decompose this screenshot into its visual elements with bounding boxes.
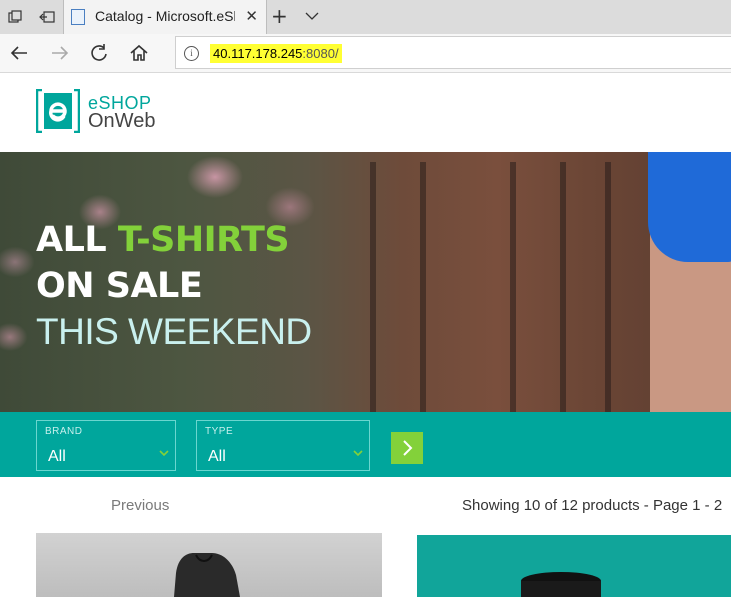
fence-plank [510,162,516,412]
tab-actions-button[interactable] [0,0,30,34]
home-icon [130,44,148,61]
back-button[interactable] [8,42,30,64]
tab-list-button[interactable] [305,8,319,27]
fence-plank [370,162,376,412]
browser-tab-strip: Catalog - Microsoft.eSh ✕ + [0,0,731,34]
chevron-right-icon [403,440,413,456]
product-card-image[interactable] [417,535,731,597]
home-button[interactable] [128,42,150,64]
brand-filter-label: BRAND [45,426,83,437]
hero-headline-line2: ON SALE [36,266,203,306]
fence-plank [420,162,426,412]
logo-text-onweb: OnWeb [88,110,156,132]
hero-headline-line1: ALL T-SHIRTS [36,220,290,260]
address-bar[interactable]: i 40.117.178.245:8080/ [175,36,731,69]
logo-mark-icon [36,89,80,133]
hero-headline-line3: THIS WEEKEND [36,311,312,352]
browser-tab-catalog[interactable]: Catalog - Microsoft.eSh ✕ [63,0,267,34]
url-text[interactable]: 40.117.178.245:8080/ [210,44,342,63]
chevron-down-icon [305,12,319,20]
product-card-image[interactable] [36,533,382,597]
browser-nav-bar: i 40.117.178.245:8080/ [0,34,731,73]
type-filter-label: TYPE [205,426,234,437]
pager-previous-link[interactable]: Previous [111,497,169,514]
pager-info: Showing 10 of 12 products - Page 1 - 2 [462,497,723,514]
chevron-down-icon [353,450,363,457]
tab-actions-icon [8,10,22,23]
apply-filter-button[interactable] [391,432,423,464]
set-aside-tabs-button[interactable] [32,0,62,34]
refresh-button[interactable] [88,42,110,64]
fence-plank [605,162,611,412]
info-icon[interactable]: i [184,46,199,61]
brand-filter-select[interactable]: BRAND All [36,420,176,471]
type-filter-select[interactable]: TYPE All [196,420,370,471]
url-port-path: :8080/ [302,46,339,61]
product-hoodie-image [174,553,240,597]
tab-title: Catalog - Microsoft.eSh [95,8,235,24]
refresh-icon [91,44,107,61]
brand-filter-value: All [48,448,66,465]
forward-button[interactable] [49,42,71,64]
fence-plank [560,162,566,412]
chevron-down-icon [159,450,169,457]
back-arrow-icon [10,46,27,60]
eshop-logo[interactable]: eSHOP OnWeb [36,89,176,135]
close-icon[interactable]: ✕ [245,7,258,25]
type-filter-value: All [208,448,226,465]
set-aside-tabs-icon [39,11,55,23]
forward-arrow-icon [52,46,69,60]
product-mug-image [521,572,601,597]
hero-text-all: ALL [36,220,107,260]
url-host: 40.117.178.245 [213,46,303,61]
page-favicon [71,9,85,25]
hero-model-sleeve [648,152,731,262]
hero-text-tshirts: T-SHIRTS [117,220,290,260]
filter-bar: BRAND All TYPE All [0,412,731,477]
plus-icon[interactable]: + [271,4,288,28]
